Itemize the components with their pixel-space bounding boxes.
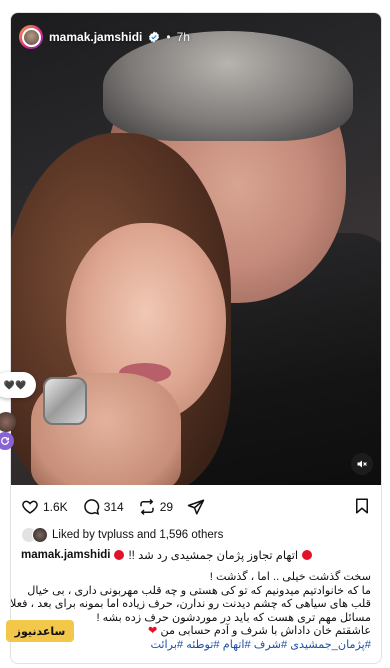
- post-photo[interactable]: mamak.jamshidi • 7h: [11, 13, 381, 485]
- comments-count: 314: [103, 500, 124, 514]
- watermark-logo: ساعدنیوز: [6, 620, 74, 642]
- separator-dot: •: [166, 30, 171, 44]
- repost-icon[interactable]: [138, 498, 156, 516]
- red-circle-icon: [114, 550, 125, 560]
- photo-detail-watch: [43, 377, 87, 425]
- comment-action[interactable]: 314: [82, 498, 124, 516]
- mute-icon: [357, 460, 367, 468]
- caption-hashtags[interactable]: #پژمان_جمشیدی #شرف #اتهام #توطئه #برائت: [21, 639, 371, 653]
- caption-line: ما که خانوادتیم میدونیم که تو کی هستی و …: [27, 584, 371, 597]
- avatar[interactable]: [19, 25, 43, 49]
- heart-emoji: ❤: [147, 625, 158, 637]
- caption-header: mamak.jamshidi اتهام تجاوز پژمان جمشیدی …: [21, 548, 371, 562]
- post-header: mamak.jamshidi • 7h: [19, 23, 190, 51]
- caption-headline: اتهام تجاوز پژمان جمشیدی رد شد !!: [128, 550, 299, 562]
- heart-icon[interactable]: [21, 498, 39, 516]
- verified-icon: [149, 31, 160, 43]
- liked-by-avatars: [21, 527, 48, 543]
- instagram-post-card: mamak.jamshidi • 7h 1.6K 314 29 Liked by…: [10, 12, 382, 664]
- comment-icon[interactable]: [82, 498, 100, 516]
- black-hearts: 🖤🖤: [3, 379, 27, 390]
- reposts-count: 29: [159, 500, 174, 514]
- post-time: 7h: [176, 30, 190, 44]
- repost-action[interactable]: 29: [138, 498, 173, 516]
- liked-by-text: Liked by tvpluss and 1,596 others: [52, 529, 224, 541]
- bookmark-icon[interactable]: [353, 497, 371, 515]
- like-action[interactable]: 1.6K: [21, 498, 68, 516]
- share-icon[interactable]: [187, 498, 205, 516]
- red-circle-icon: [302, 550, 313, 560]
- caption-line: عاشقتم خان داداش با شرف و آدم حسابی من: [160, 625, 371, 637]
- post-actions: 1.6K 314 29: [21, 495, 219, 519]
- bookmark-button[interactable]: [353, 497, 371, 520]
- caption-username[interactable]: mamak.jamshidi: [21, 549, 110, 561]
- mute-button[interactable]: [351, 453, 373, 475]
- caption-line: قلب های سیاهی که چشم دیدنت رو ندارن، حرف…: [10, 598, 371, 610]
- post-username[interactable]: mamak.jamshidi: [49, 30, 142, 44]
- avatar: [32, 527, 48, 543]
- caption-line: سخت گذشت خیلی .. اما ، گذشت !: [209, 571, 371, 583]
- share-action[interactable]: [187, 498, 205, 516]
- refresh-icon: [1, 437, 9, 445]
- likes-count: 1.6K: [43, 500, 68, 514]
- side-reaction-bubble[interactable]: 🖤🖤: [0, 372, 36, 398]
- liked-by-row[interactable]: Liked by tvpluss and 1,596 others: [21, 527, 223, 543]
